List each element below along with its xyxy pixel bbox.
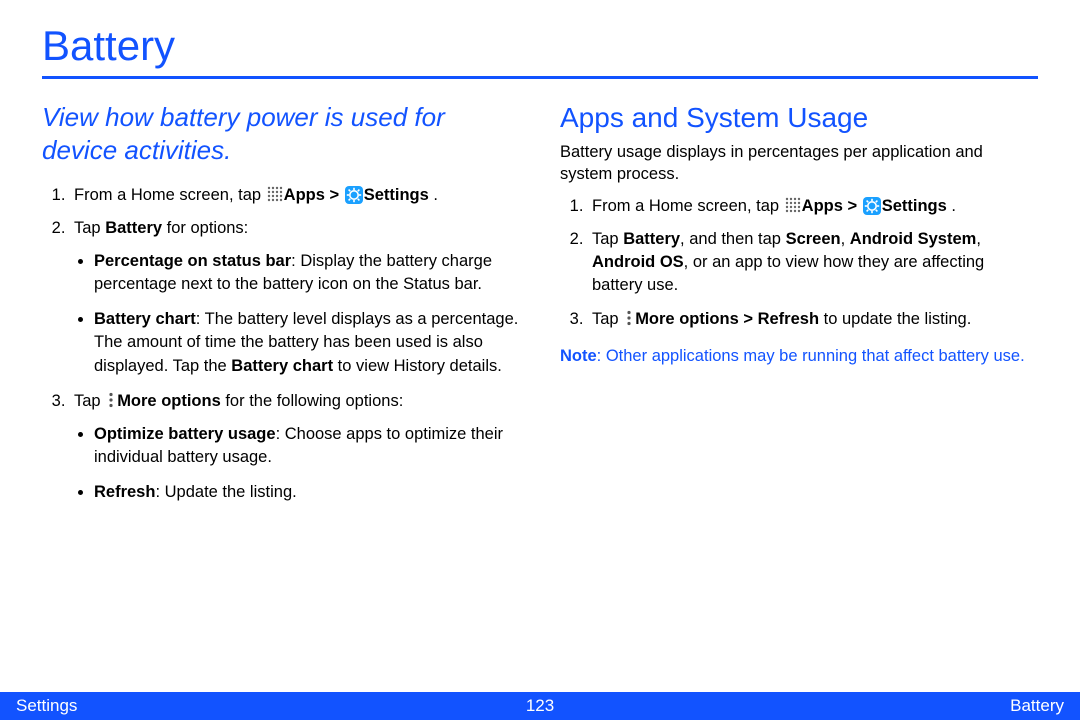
note: Note: Other applications may be running … [560,345,1038,368]
text2: to view History details. [333,357,502,375]
settings-label: Settings [364,186,429,204]
comma: , [976,230,981,248]
step-1: From a Home screen, tap Apps > Settings … [588,195,1038,218]
android-os-bold: Android OS [592,253,684,271]
page-title: Battery [42,22,1038,70]
more-options-icon [106,392,116,408]
bullet-percentage: Percentage on status bar: Display the ba… [94,250,520,296]
battery-subtitle: View how battery power is used for devic… [42,101,520,166]
step-3-bullets: Optimize battery usage: Choose apps to o… [74,423,520,504]
footer-page-number: 123 [526,696,554,716]
label: Percentage on status bar [94,252,291,270]
usage-steps: From a Home screen, tap Apps > Settings … [560,195,1038,330]
text: From a Home screen, tap [74,186,266,204]
label: Optimize battery usage [94,425,276,443]
refresh-bold: Refresh [758,310,819,328]
text: Tap [592,310,623,328]
section-heading: Apps and System Usage [560,101,1038,135]
step-2: Tap Battery for options: Percentage on s… [70,217,520,378]
page-footer: Settings 123 Battery [0,692,1080,720]
battery-bold: Battery [623,230,680,248]
label2: Battery chart [231,357,333,375]
battery-steps: From a Home screen, tap Apps > Settings … [42,184,520,504]
step-2: Tap Battery, and then tap Screen, Androi… [588,228,1038,297]
more-options-bold: More options [635,310,739,328]
text: Tap [74,392,105,410]
text: for options: [162,219,248,237]
apps-grid-icon [785,197,801,213]
left-column: View how battery power is used for devic… [42,97,520,516]
two-column-layout: View how battery power is used for devic… [42,97,1038,516]
settings-gear-icon [345,186,363,204]
text: From a Home screen, tap [592,197,784,215]
settings-gear-icon [863,197,881,215]
note-label: Note [560,347,597,365]
note-text: : Other applications may be running that… [597,347,1025,365]
settings-label: Settings [882,197,947,215]
step-1: From a Home screen, tap Apps > Settings … [70,184,520,207]
period: . [429,186,438,204]
bullet-optimize: Optimize battery usage: Choose apps to o… [94,423,520,469]
screen-bold: Screen [786,230,841,248]
android-system-bold: Android System [850,230,977,248]
period: . [947,197,956,215]
text: Tap [592,230,623,248]
step-3: Tap More options > Refresh to update the… [588,308,1038,331]
more-options-icon [624,310,634,326]
apps-label: Apps [284,186,325,204]
bullet-refresh: Refresh: Update the listing. [94,481,520,504]
text: to update the listing. [819,310,971,328]
chevron: > [325,186,344,204]
text: : Update the listing. [155,483,296,501]
chevron: > [739,310,758,328]
more-options-bold: More options [117,392,221,410]
text: for the following options: [221,392,404,410]
footer-right: Battery [1010,696,1064,716]
label: Refresh [94,483,155,501]
apps-grid-icon [267,186,283,202]
chevron: > [843,197,862,215]
step-3: Tap More options for the following optio… [70,390,520,504]
label: Battery chart [94,310,196,328]
comma: , [841,230,850,248]
bullet-battery-chart: Battery chart: The battery level display… [94,308,520,377]
section-intro: Battery usage displays in percentages pe… [560,141,1038,186]
step-2-bullets: Percentage on status bar: Display the ba… [74,250,520,377]
title-rule [42,76,1038,79]
footer-left: Settings [16,696,77,716]
battery-bold: Battery [105,219,162,237]
right-column: Apps and System Usage Battery usage disp… [560,97,1038,516]
text: , and then tap [680,230,786,248]
apps-label: Apps [802,197,843,215]
text: Tap [74,219,105,237]
